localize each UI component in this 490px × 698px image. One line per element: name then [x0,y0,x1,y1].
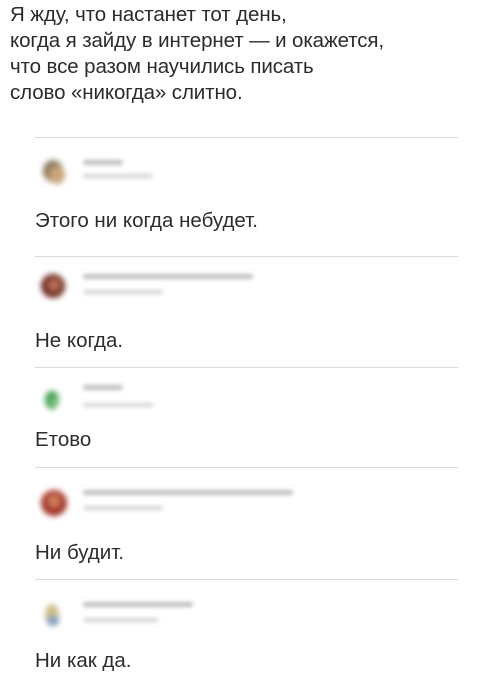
comment: Этого ни когда небудет. [35,150,465,234]
author-name-blurred[interactable] [83,160,123,165]
divider [35,579,458,580]
divider [35,137,458,138]
author-name-blurred[interactable] [83,490,293,495]
divider [35,256,458,257]
post-text-line: слово «никогда» слитно. [10,81,243,104]
avatar[interactable] [35,156,73,186]
comment-meta-blurred [83,506,163,510]
comment-text: Ни будит. [35,541,125,564]
avatar[interactable] [35,484,73,516]
post-body: Я жду, что настанет тот день, когда я за… [10,2,480,106]
comment-header [35,262,465,302]
post-text-line: Я жду, что настанет тот день, [10,3,287,26]
author-name-blurred[interactable] [83,385,123,390]
avatar[interactable] [35,594,73,626]
author-name-blurred[interactable] [83,602,193,607]
comment-meta-blurred [83,290,163,294]
comment-text: Етово [35,428,92,451]
comment: Етово [35,373,465,453]
comment: Ни будит. [35,478,465,566]
comment: Не когда. [35,262,465,354]
comment-meta-blurred [83,618,158,622]
comment-meta-blurred [83,403,153,407]
comment-text: Не когда. [35,329,124,352]
comment-header [35,588,465,628]
divider [35,367,458,368]
comment-text: Этого ни когда небудет. [35,209,258,232]
post-text-line: когда я зайду в интернет — и окажется, [10,29,385,52]
divider [35,467,458,468]
comment-meta-blurred [83,174,153,178]
comment-text: Ни как да. [35,649,132,672]
comment: Ни как да. [35,588,465,674]
comment-header [35,373,465,413]
avatar[interactable] [35,379,73,409]
comment-header [35,478,465,518]
avatar[interactable] [35,268,73,298]
author-name-blurred[interactable] [83,274,253,279]
post-text-line: что все разом научились писать [10,55,314,78]
comment-header [35,150,465,190]
